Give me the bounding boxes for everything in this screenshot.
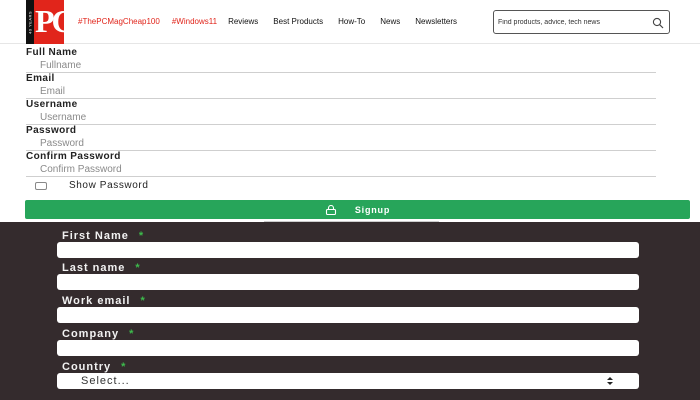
search-box xyxy=(493,10,670,34)
nav-link-cheap100[interactable]: #ThePCMagCheap100 xyxy=(78,17,160,26)
required-mark: * xyxy=(135,262,141,274)
country-select[interactable]: Select... xyxy=(57,373,639,389)
signup-button[interactable]: Signup xyxy=(25,200,690,219)
logo-anniversary-text: 40 YEARS xyxy=(26,0,34,44)
required-mark: * xyxy=(140,295,146,307)
logo-text: PC xyxy=(35,3,75,39)
work-email-label-text: Work email xyxy=(62,295,131,307)
required-mark: * xyxy=(129,328,135,340)
show-password-label: Show Password xyxy=(69,180,149,191)
confirm-password-field[interactable] xyxy=(26,163,656,177)
pcmag-logo[interactable]: 40 YEARS PC xyxy=(26,0,75,44)
main-nav: #ThePCMagCheap100 #Windows11 Reviews Bes… xyxy=(78,17,457,26)
signup-form: Full Name Email Username Password Confir… xyxy=(0,44,700,222)
show-password-checkbox[interactable] xyxy=(35,181,47,190)
signup-button-label: Signup xyxy=(354,204,391,215)
nav-link-how-to[interactable]: How-To xyxy=(338,17,365,26)
first-name-label-text: First Name xyxy=(62,230,129,242)
nav-link-windows11[interactable]: #Windows11 xyxy=(172,17,217,26)
confirm-password-label: Confirm Password xyxy=(26,151,121,162)
password-field[interactable] xyxy=(26,137,656,151)
last-name-label: Last name * xyxy=(62,262,141,274)
country-select-value: Select... xyxy=(81,375,130,387)
fullname-field[interactable] xyxy=(26,59,656,73)
nav-link-reviews[interactable]: Reviews xyxy=(228,17,258,26)
required-mark: * xyxy=(121,361,127,373)
fullname-label: Full Name xyxy=(26,47,78,58)
site-header: 40 YEARS PC #ThePCMagCheap100 #Windows11… xyxy=(0,0,700,44)
contact-form: First Name * Last name * Work email * Compa… xyxy=(0,222,700,400)
search-input[interactable] xyxy=(498,15,648,29)
company-field[interactable] xyxy=(57,340,639,356)
show-password-row: Show Password xyxy=(35,180,149,191)
nav-link-news[interactable]: News xyxy=(380,17,400,26)
work-email-field[interactable] xyxy=(57,307,639,323)
first-name-label: First Name * xyxy=(62,230,144,242)
password-label: Password xyxy=(26,125,77,136)
first-name-field[interactable] xyxy=(57,242,639,258)
work-email-label: Work email * xyxy=(62,295,146,307)
lock-icon xyxy=(325,204,336,215)
required-mark: * xyxy=(138,230,145,242)
last-name-label-text: Last name xyxy=(62,262,126,274)
country-label-text: Country xyxy=(62,361,112,373)
last-name-field[interactable] xyxy=(57,274,639,290)
username-field[interactable] xyxy=(26,111,656,125)
company-label: Company * xyxy=(62,328,134,340)
email-label: Email xyxy=(26,73,55,84)
search-icon[interactable] xyxy=(652,17,664,29)
username-label: Username xyxy=(26,99,78,110)
select-arrows-icon xyxy=(607,377,613,385)
nav-link-newsletters[interactable]: Newsletters xyxy=(415,17,457,26)
company-label-text: Company xyxy=(62,328,120,340)
nav-link-best-products[interactable]: Best Products xyxy=(273,17,323,26)
country-label: Country * xyxy=(62,361,126,373)
email-field[interactable] xyxy=(26,85,656,99)
